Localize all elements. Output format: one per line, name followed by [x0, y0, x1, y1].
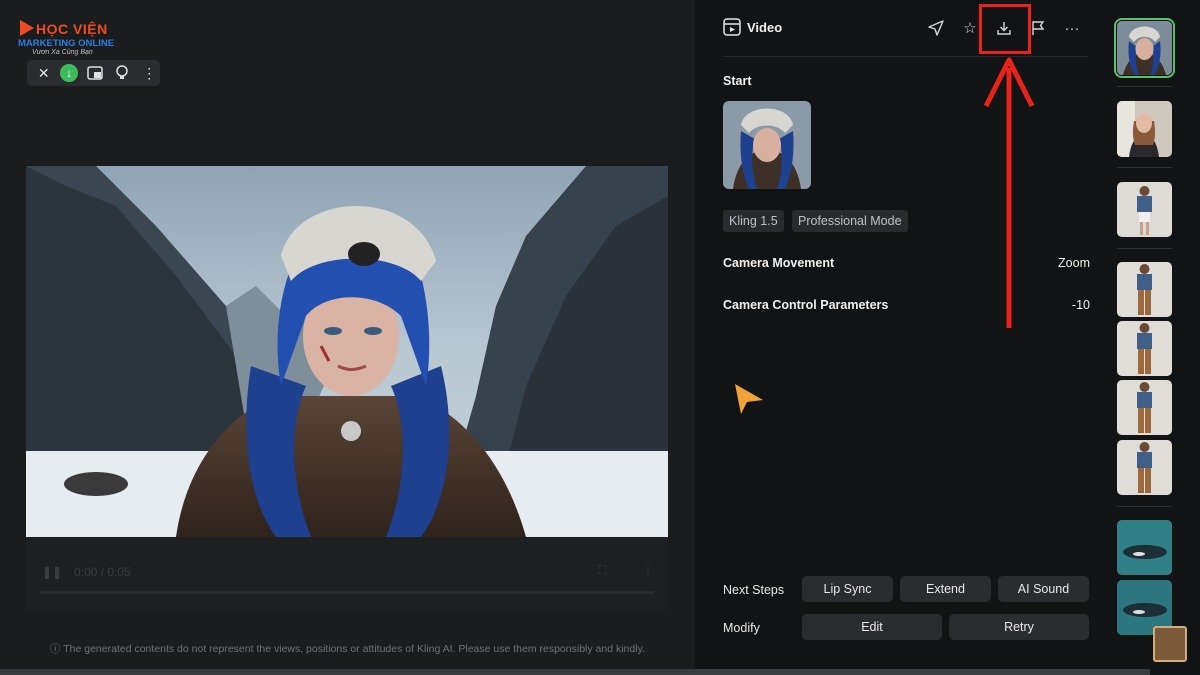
- more-icon[interactable]: ⋮: [139, 62, 160, 84]
- history-thumbnail[interactable]: [1117, 262, 1172, 317]
- logo-line-2: MARKETING ONLINE: [18, 38, 115, 49]
- model-tag: Kling 1.5: [723, 210, 784, 232]
- history-thumbnail[interactable]: [1117, 380, 1172, 435]
- download-highlight-box: [979, 4, 1031, 54]
- modify-label: Modify: [723, 621, 760, 635]
- share-icon[interactable]: [925, 14, 947, 42]
- player-more-icon[interactable]: ⋮: [642, 563, 654, 577]
- video-toolbar: ✕ ↓ ⋮: [27, 60, 160, 86]
- retry-button[interactable]: Retry: [949, 614, 1089, 640]
- more-options-icon[interactable]: ···: [1061, 14, 1083, 42]
- history-rail: [1105, 0, 1200, 675]
- logo-play-icon: [20, 20, 34, 36]
- logo-line-1: HỌC VIỆN: [36, 21, 108, 37]
- pause-icon[interactable]: ❚❚: [42, 565, 62, 579]
- param-value: Zoom: [1058, 256, 1090, 270]
- time-display: 0:00 / 0:05: [74, 565, 131, 579]
- history-thumbnail[interactable]: [1114, 18, 1175, 78]
- video-frame[interactable]: [26, 166, 668, 537]
- rail-divider: [1117, 248, 1172, 249]
- fullscreen-icon[interactable]: ⛶: [598, 563, 606, 578]
- watermark-logo: HỌC VIỆN MARKETING ONLINE Vươn Xa Cùng B…: [16, 16, 126, 60]
- panel-title: Video: [747, 19, 783, 35]
- annotation-arrow-icon: [983, 57, 1035, 328]
- mode-tag: Professional Mode: [792, 210, 908, 232]
- close-icon[interactable]: ✕: [33, 62, 54, 84]
- panel-header: Video: [723, 18, 782, 36]
- horizontal-scrollbar[interactable]: [0, 669, 1150, 675]
- history-thumbnail[interactable]: [1117, 440, 1172, 495]
- extend-button[interactable]: Extend: [900, 576, 991, 602]
- details-panel: Video ☆ ··· Start Kling 1.5 Professional…: [695, 0, 1105, 675]
- pip-icon[interactable]: [84, 62, 105, 84]
- logo-line-3: Vươn Xa Cùng Bạn: [32, 49, 93, 56]
- lightbulb-icon[interactable]: [111, 62, 132, 84]
- download-icon[interactable]: ↓: [60, 64, 78, 82]
- lip-sync-button[interactable]: Lip Sync: [802, 576, 893, 602]
- edit-button[interactable]: Edit: [802, 614, 942, 640]
- preview-area: HỌC VIỆN MARKETING ONLINE Vươn Xa Cùng B…: [0, 0, 695, 675]
- video-controls: ❚❚ 0:00 / 0:05 ⛶ ⋮: [26, 537, 668, 611]
- history-thumbnail[interactable]: [1117, 520, 1172, 575]
- ai-sound-button[interactable]: AI Sound: [998, 576, 1089, 602]
- param-value: -10: [1071, 298, 1090, 312]
- cursor-arrow-icon: [733, 382, 765, 421]
- star-icon[interactable]: ☆: [959, 14, 981, 42]
- history-thumbnail[interactable]: [1117, 182, 1172, 237]
- rail-divider: [1117, 167, 1172, 168]
- progress-bar[interactable]: [40, 591, 654, 594]
- disclaimer-text: ⓘ The generated contents do not represen…: [50, 643, 645, 655]
- video-icon: [723, 18, 741, 36]
- assistant-avatar[interactable]: [1153, 626, 1187, 662]
- start-image[interactable]: [723, 101, 811, 189]
- param-label: Camera Movement: [723, 256, 835, 270]
- next-steps-label: Next Steps: [723, 583, 785, 597]
- start-label: Start: [723, 74, 752, 88]
- rail-divider: [1117, 506, 1172, 507]
- rail-divider: [1117, 86, 1172, 87]
- param-label: Camera Control Parameters: [723, 298, 889, 312]
- history-thumbnail[interactable]: [1117, 321, 1172, 376]
- history-thumbnail[interactable]: [1117, 101, 1172, 157]
